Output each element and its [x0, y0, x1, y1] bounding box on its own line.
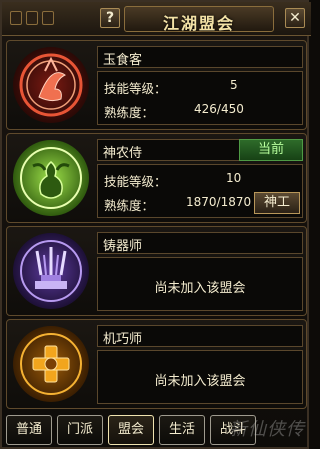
frame-ornament-left: [10, 11, 22, 25]
gear-mechanism-emblem-icon: [13, 326, 89, 402]
skill-level-label: 技能等级：: [104, 81, 167, 96]
profession-name: 铸器师: [103, 239, 143, 254]
profession-card-yushike[interactable]: 玉食客 技能等级： 5 熟练度： 426/450: [6, 40, 307, 130]
tab-shenghuo[interactable]: 生活: [159, 415, 205, 445]
profession-name-bar: 玉食客: [97, 46, 303, 68]
guild-window: ? 江湖盟会 ✕ 玉食客 技能等级： 5 熟练度： 426/450 神农侍 当前…: [0, 0, 311, 449]
tab-putong[interactable]: 普通: [6, 415, 52, 445]
skill-level-label: 技能等级：: [104, 174, 167, 189]
not-joined-note: 尚未加入该盟会: [154, 374, 246, 389]
frame-ornament-left-3: [42, 11, 54, 25]
help-button[interactable]: ?: [100, 8, 120, 28]
current-profession-badge: 当前: [239, 139, 303, 161]
profession-info: 尚未加入该盟会: [97, 350, 303, 404]
mastery-label: 熟练度：: [104, 105, 155, 120]
title-plate: 江湖盟会: [124, 6, 274, 33]
gourd-leaf-emblem-icon: [13, 140, 89, 216]
profession-info: 技能等级： 5 熟练度： 426/450: [97, 71, 303, 125]
profession-card-jiqiaoshi[interactable]: 机巧师 尚未加入该盟会: [6, 319, 307, 409]
window-title: 江湖盟会: [162, 14, 235, 33]
profession-name-bar: 铸器师: [97, 232, 303, 254]
shengong-button[interactable]: 神工: [254, 192, 300, 214]
flame-dragon-emblem-icon: [13, 47, 89, 123]
profession-card-zhuqishi[interactable]: 铸器师 尚未加入该盟会: [6, 226, 307, 316]
skill-level-value: 10: [226, 171, 242, 185]
mastery-value: 426/450: [194, 102, 244, 116]
mastery-label: 熟练度：: [104, 198, 155, 213]
category-tabs: 普通 门派 盟会 生活 战斗 新仙侠传: [2, 412, 311, 449]
profession-name: 玉食客: [103, 53, 143, 68]
profession-info: 尚未加入该盟会: [97, 257, 303, 311]
profession-name-bar: 机巧师: [97, 325, 303, 347]
title-bar[interactable]: ? 江湖盟会 ✕: [2, 2, 311, 36]
mastery-value: 1870/1870: [186, 195, 252, 209]
forge-weapon-emblem-icon: [13, 233, 89, 309]
tab-menpai[interactable]: 门派: [57, 415, 103, 445]
profession-card-shennongshi[interactable]: 神农侍 当前 技能等级： 10 熟练度： 1870/1870 神工: [6, 133, 307, 223]
profession-name: 神农侍: [103, 146, 143, 161]
watermark: 新仙侠传: [229, 419, 305, 440]
profession-name: 机巧师: [103, 332, 143, 347]
tab-menghui[interactable]: 盟会: [108, 415, 154, 445]
not-joined-note: 尚未加入该盟会: [154, 281, 246, 296]
skill-level-value: 5: [230, 78, 238, 92]
frame-ornament-left-2: [26, 11, 38, 25]
close-button[interactable]: ✕: [285, 8, 305, 28]
